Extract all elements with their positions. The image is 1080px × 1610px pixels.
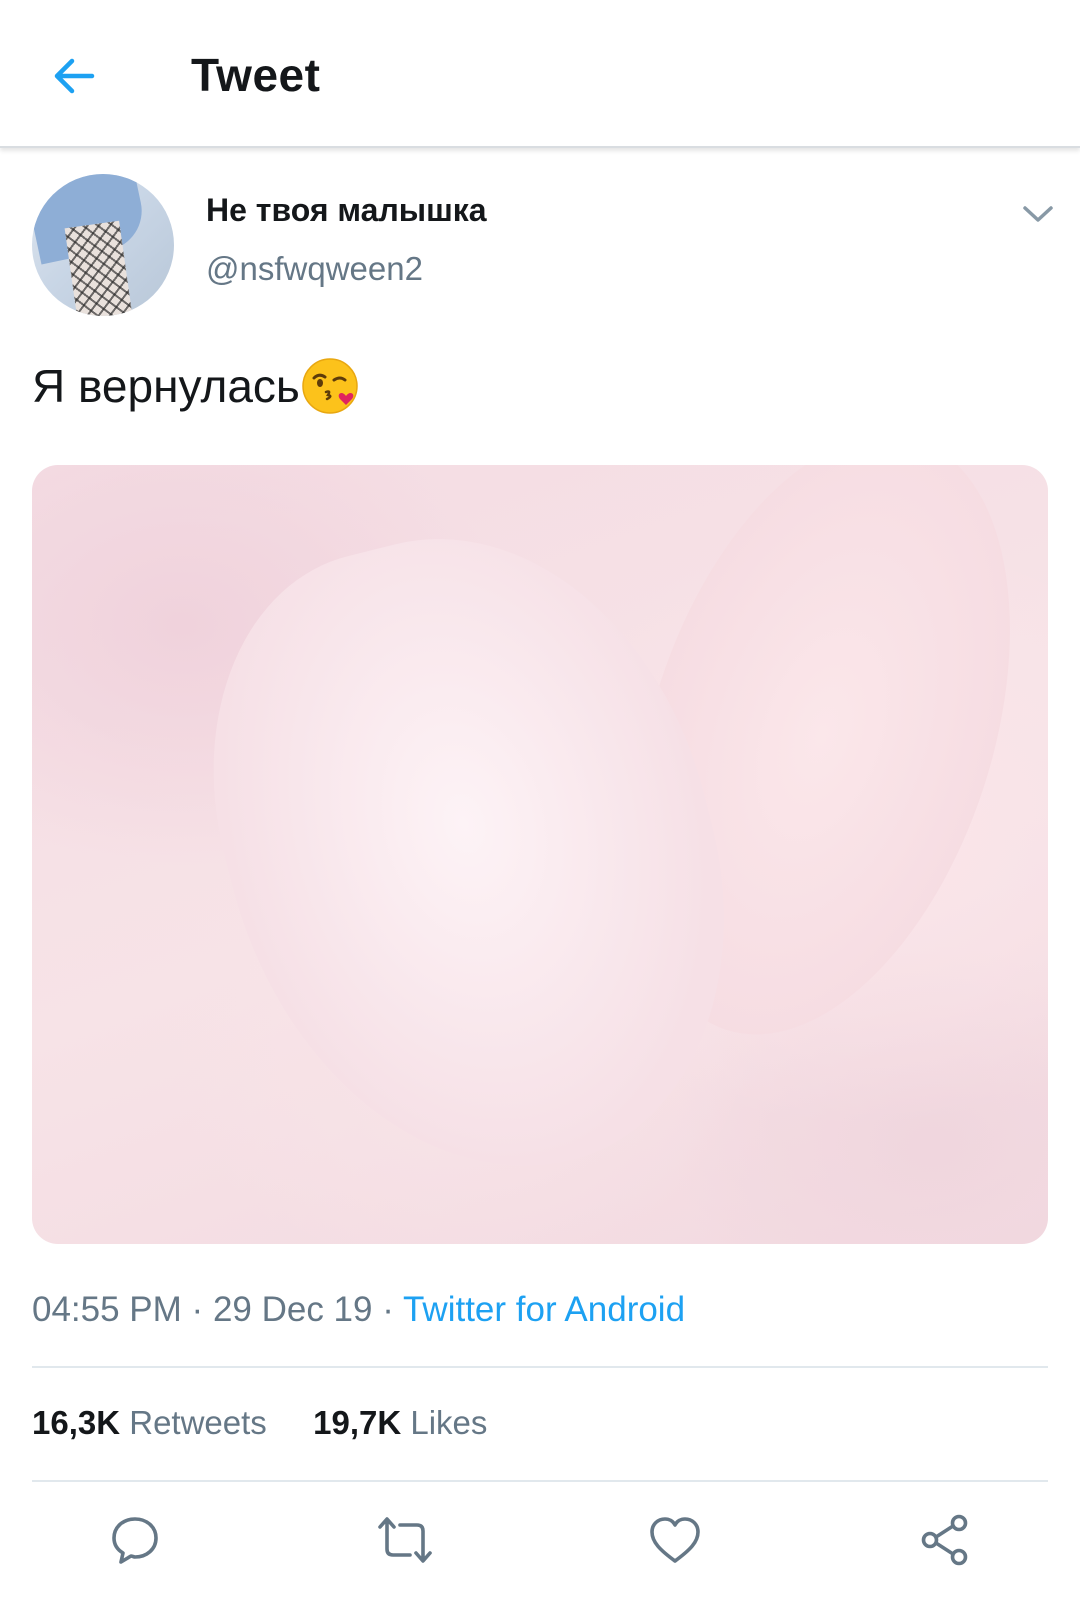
likes-count: 19,7K <box>313 1404 402 1441</box>
heart-icon <box>650 1517 700 1563</box>
tweet-menu-button[interactable] <box>1018 198 1058 230</box>
tweet-text-content: Я вернулась <box>32 360 300 412</box>
share-icon <box>921 1514 968 1566</box>
retweets-stat[interactable]: 16,3K Retweets <box>32 1404 276 1441</box>
meta-separator: · <box>191 1290 204 1329</box>
tweet-date: 29 Dec 19 <box>212 1290 373 1329</box>
page-title: Tweet <box>191 49 321 101</box>
divider <box>32 1480 1048 1482</box>
arrow-left-icon <box>54 58 95 94</box>
retweets-count: 16,3K <box>32 1404 121 1441</box>
author-display-name[interactable]: Не твоя малышка <box>206 192 487 229</box>
tweet-time: 04:55 PM <box>32 1290 182 1329</box>
avatar[interactable] <box>32 174 174 316</box>
tweet-source-link[interactable]: Twitter for Android <box>403 1290 685 1329</box>
reply-icon <box>112 1517 158 1564</box>
photo-detail <box>161 486 783 1224</box>
back-button[interactable] <box>42 44 106 108</box>
divider <box>32 1366 1048 1368</box>
likes-label: Likes <box>410 1404 488 1441</box>
app-bar: Tweet <box>0 0 1080 148</box>
retweet-icon <box>378 1517 432 1563</box>
face-blowing-kiss-icon <box>300 356 360 416</box>
action-bar <box>0 1505 1080 1575</box>
tweet-stats: 16,3K Retweets 19,7K Likes <box>32 1404 487 1442</box>
chevron-down-icon <box>1023 206 1053 222</box>
share-button[interactable] <box>910 1505 980 1575</box>
meta-separator: · <box>382 1290 394 1329</box>
reply-button[interactable] <box>100 1505 170 1575</box>
tweet-text: Я вернулась <box>32 356 360 416</box>
tweet-photo[interactable] <box>32 465 1048 1244</box>
retweet-button[interactable] <box>370 1505 440 1575</box>
like-button[interactable] <box>640 1505 710 1575</box>
author-handle[interactable]: @nsfwqween2 <box>206 250 423 288</box>
likes-stat[interactable]: 19,7K Likes <box>313 1404 487 1441</box>
tweet-meta: 04:55 PM · 29 Dec 19 · Twitter for Andro… <box>32 1290 685 1330</box>
retweets-label: Retweets <box>129 1404 267 1441</box>
